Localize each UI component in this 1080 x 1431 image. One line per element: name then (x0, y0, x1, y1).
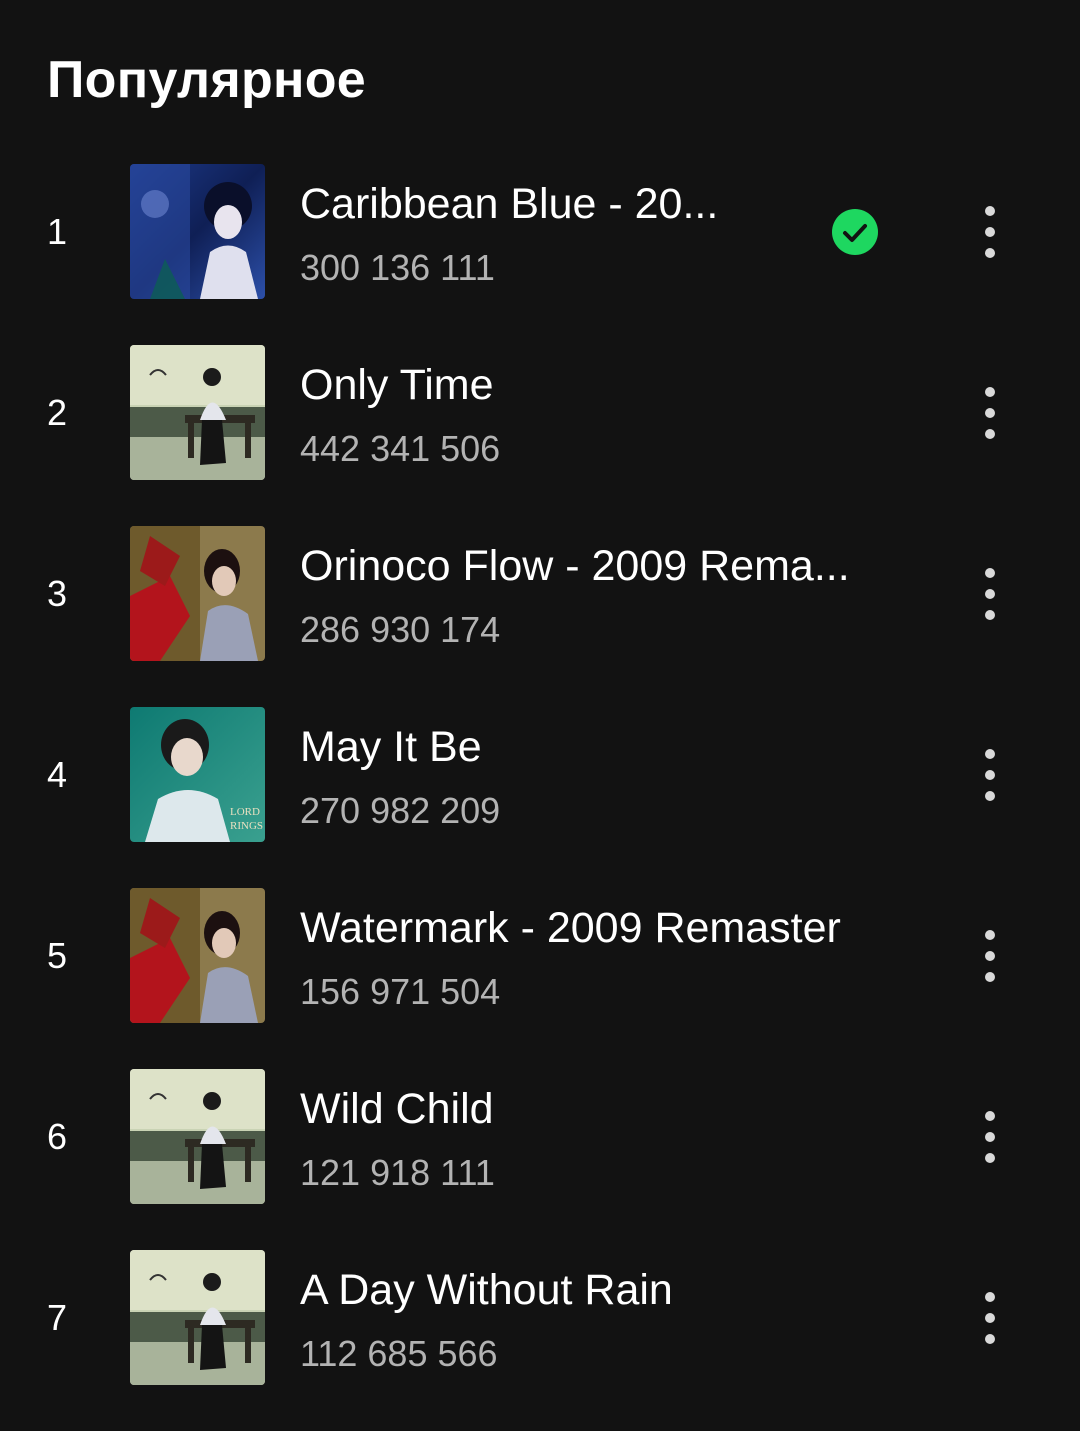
track-rank: 2 (46, 392, 68, 433)
more-options-icon[interactable] (970, 1105, 1010, 1169)
more-options-icon[interactable] (970, 562, 1010, 626)
album-cover (130, 345, 265, 480)
checkmark-circle-icon (832, 209, 878, 255)
album-cover (130, 1069, 265, 1204)
track-row[interactable]: 1 Caribbean Blue - 20... 300 136 111 (0, 164, 1080, 345)
popular-tracks-list: 1 Caribbean Blue - 20... 300 136 111 2 O… (0, 0, 1080, 1400)
track-rank: 3 (46, 573, 68, 614)
play-count: 286 930 174 (300, 609, 501, 650)
track-rank: 5 (46, 935, 68, 976)
track-rank: 6 (46, 1116, 68, 1157)
track-title: A Day Without Rain (300, 1266, 673, 1314)
track-row[interactable]: 7 A Day Without Rain 112 685 566 (0, 1250, 1080, 1431)
track-title: Caribbean Blue - 20... (300, 180, 719, 228)
track-title: Only Time (300, 361, 494, 409)
track-row[interactable]: 5 Watermark - 2009 Remaster 156 971 504 (0, 888, 1080, 1069)
play-count: 442 341 506 (300, 428, 501, 469)
play-count: 121 918 111 (300, 1152, 495, 1193)
track-row[interactable]: 6 Wild Child 121 918 111 (0, 1069, 1080, 1250)
track-row[interactable]: 2 Only Time 442 341 506 (0, 345, 1080, 526)
play-count: 156 971 504 (300, 971, 501, 1012)
track-row[interactable]: 4 LORD RINGS May It Be 270 982 209 (0, 707, 1080, 888)
album-cover: LORD RINGS (130, 707, 265, 842)
play-count: 270 982 209 (300, 790, 501, 831)
album-cover (130, 164, 265, 299)
track-title: Watermark - 2009 Remaster (300, 904, 841, 952)
svg-text:LORD: LORD (230, 806, 260, 818)
track-rank: 1 (46, 211, 68, 252)
track-title: Orinoco Flow - 2009 Rema... (300, 542, 850, 590)
album-cover (130, 1250, 265, 1385)
play-count: 112 685 566 (300, 1333, 498, 1374)
album-cover (130, 888, 265, 1023)
svg-text:RINGS: RINGS (230, 820, 263, 832)
more-options-icon[interactable] (970, 1286, 1010, 1350)
more-options-icon[interactable] (970, 924, 1010, 988)
album-cover (130, 526, 265, 661)
track-title: May It Be (300, 723, 482, 771)
more-options-icon[interactable] (970, 743, 1010, 807)
track-rank: 7 (46, 1297, 68, 1338)
play-count: 300 136 111 (300, 247, 495, 288)
track-rank: 4 (46, 754, 68, 795)
track-title: Wild Child (300, 1085, 494, 1133)
track-row[interactable]: 3 Orinoco Flow - 2009 Rema... 286 930 17… (0, 526, 1080, 707)
more-options-icon[interactable] (970, 381, 1010, 445)
more-options-icon[interactable] (970, 200, 1010, 264)
